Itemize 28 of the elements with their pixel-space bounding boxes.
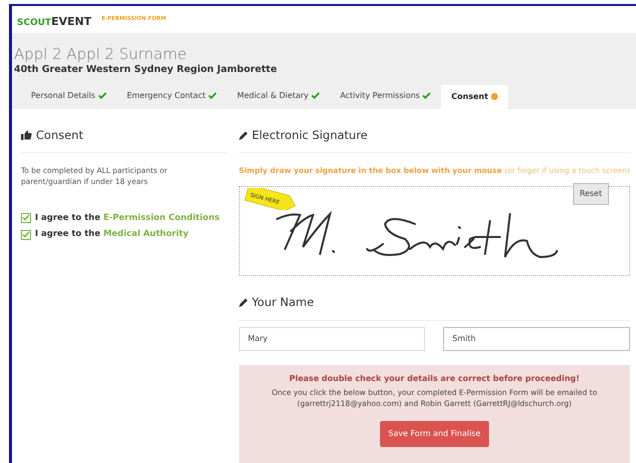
check-icon — [311, 92, 320, 100]
logo: SCOUTEVENT — [17, 18, 92, 28]
agreement-label: I agree to the Medical Authority — [35, 228, 188, 241]
check-icon — [422, 92, 432, 100]
check-icon — [98, 92, 107, 100]
first-name-field[interactable]: Mary — [238, 326, 426, 350]
pencil-icon — [238, 130, 248, 140]
last-name-field[interactable]: Smith — [443, 326, 630, 350]
warning-text: Please double check your details are correct before proceeding! — [288, 372, 581, 384]
participant-name: Appl 2 Appl 2 Surname — [13, 45, 188, 63]
event-name: 40th Greater Western Sydney Region Jamborette — [13, 63, 278, 77]
tab[interactable]: Consent — [441, 85, 508, 109]
tab[interactable]: Emergency Contact — [116, 85, 228, 109]
tab[interactable]: Activity Permissions — [330, 85, 442, 109]
thumbs-up-icon — [21, 130, 32, 140]
reset-button[interactable]: Reset — [572, 183, 609, 206]
check-icon — [208, 92, 218, 100]
status-dot — [490, 93, 498, 100]
checkbox[interactable] — [21, 212, 31, 223]
tab[interactable]: Medical & Dietary — [227, 85, 330, 109]
section-heading: Consent — [36, 126, 84, 144]
save-button[interactable]: Save Form and Finalise — [380, 421, 489, 447]
pencil-icon — [238, 298, 248, 308]
checkbox[interactable] — [21, 230, 31, 240]
tab[interactable]: Personal Details — [21, 85, 117, 109]
section-heading: Electronic Signature — [252, 126, 368, 144]
agreement-label: I agree to the E-Permission Conditions — [35, 212, 220, 224]
section-heading: Your Name — [252, 294, 314, 312]
